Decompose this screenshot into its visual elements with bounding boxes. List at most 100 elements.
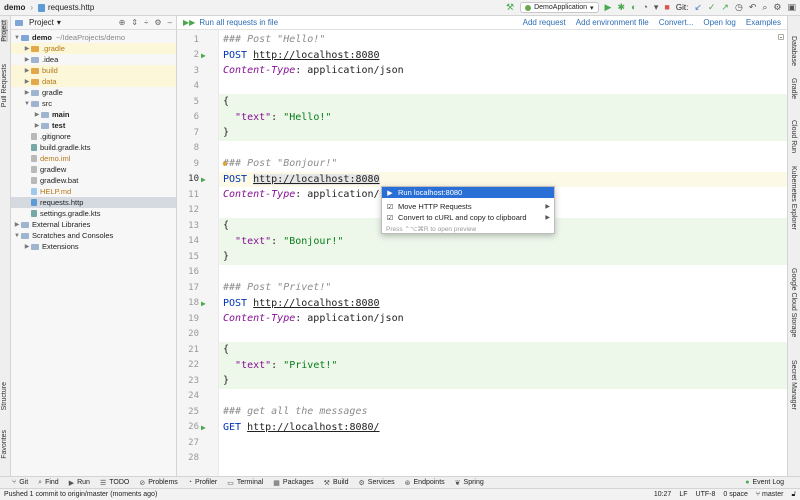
request-url[interactable]: http://localhost:8080/	[247, 422, 379, 433]
spring-tool-button[interactable]: ❦ Spring	[455, 479, 484, 487]
run-localhost-menu-item[interactable]: ▶ Run localhost:8080	[382, 187, 554, 198]
cloud-run-tool-tab[interactable]: Cloud Run	[790, 120, 797, 153]
chevron-right-icon[interactable]: ▶	[23, 243, 31, 250]
add-environment-file-link[interactable]: Add environment file	[576, 18, 649, 27]
run-icon[interactable]: ▶	[605, 3, 612, 12]
git-commit-icon[interactable]: ✓	[708, 3, 716, 12]
build-hammer-icon[interactable]: ⚒	[506, 3, 514, 12]
plugin-icon[interactable]: ▣	[787, 3, 796, 12]
search-everywhere-icon[interactable]: ⌕	[762, 3, 767, 12]
code-area[interactable]: 1 ### Post "Hello!" 2 ▶ POST http://localho…	[188, 30, 787, 476]
problems-tool-button[interactable]: ⊘ Problems	[139, 479, 177, 487]
caret-position[interactable]: 10:27	[654, 491, 672, 498]
tree-item-settings[interactable]: settings.gradle.kts	[11, 208, 176, 219]
build-tool-button[interactable]: ⚒ Build	[324, 479, 349, 487]
gradle-tool-tab[interactable]: Gradle	[790, 78, 797, 99]
chevron-right-icon[interactable]: ▶	[23, 78, 31, 85]
run-request-icon[interactable]: ▶	[201, 175, 206, 184]
tree-item-gradlew-bat[interactable]: gradlew.bat	[11, 175, 176, 186]
chevron-right-icon[interactable]: ▶	[23, 89, 31, 96]
pull-requests-tool-tab[interactable]: Pull Requests	[1, 64, 8, 107]
tree-item-data[interactable]: ▶ data	[11, 76, 176, 87]
open-log-link[interactable]: Open log	[703, 18, 735, 27]
expand-icon[interactable]: ÷	[144, 18, 148, 27]
rollback-icon[interactable]: ↶	[749, 3, 757, 12]
collapse-all-icon[interactable]: ⇕	[131, 18, 138, 27]
move-http-requests-menu-item[interactable]: ☑ Move HTTP Requests ▶	[382, 201, 554, 212]
chevron-right-icon[interactable]: ▶	[23, 56, 31, 63]
structure-tool-tab[interactable]: Structure	[1, 382, 8, 410]
chevron-right-icon[interactable]: ▶	[33, 122, 41, 129]
chevron-down-icon[interactable]: ▼	[23, 101, 31, 107]
settings-gear-icon[interactable]: ⚙	[773, 3, 781, 12]
endpoints-tool-button[interactable]: ⊛ Endpoints	[405, 479, 445, 487]
tree-item-src[interactable]: ▼ src	[11, 98, 176, 109]
profile-icon[interactable]: ◔	[642, 3, 647, 12]
tree-item-idea[interactable]: ▶ .idea	[11, 54, 176, 65]
tree-item-gitignore[interactable]: .gitignore	[11, 131, 176, 142]
coverage-icon[interactable]: ◐	[631, 3, 636, 12]
packages-tool-button[interactable]: ▦ Packages	[273, 479, 313, 487]
tree-item-scratches[interactable]: ▼ Scratches and Consoles	[11, 230, 176, 241]
lightbulb-icon[interactable]: ✹	[222, 159, 227, 169]
project-tool-tab[interactable]: Project	[1, 20, 8, 42]
status-message[interactable]: Pushed 1 commit to origin/master (moment…	[4, 491, 157, 498]
tree-item-gradle-dir[interactable]: ▶ .gradle	[11, 43, 176, 54]
request-url[interactable]: http://localhost:8080	[253, 50, 379, 61]
tree-item-build-gradle[interactable]: build.gradle.kts	[11, 142, 176, 153]
chevron-right-icon[interactable]: ▶	[13, 221, 21, 228]
git-push-icon[interactable]: ↗	[721, 3, 729, 12]
profiler-tool-button[interactable]: ◔ Profiler	[188, 479, 217, 486]
run-request-icon[interactable]: ▶	[201, 423, 206, 432]
convert-to-curl-menu-item[interactable]: ☑ Convert to cURL and copy to clipboard …	[382, 212, 554, 223]
run-all-requests-button[interactable]: ▶▶ Run all requests in file	[183, 18, 278, 27]
breadcrumb-file[interactable]: requests.http	[48, 3, 94, 12]
file-encoding[interactable]: UTF-8	[696, 491, 716, 498]
tree-item-gradlew[interactable]: gradlew	[11, 164, 176, 175]
run-tool-button[interactable]: ▶ Run	[69, 479, 90, 487]
event-log-tool-button[interactable]: ● Event Log	[745, 479, 784, 486]
stop-icon[interactable]: ■	[664, 3, 669, 12]
tree-item-requests[interactable]: requests.http	[11, 197, 176, 208]
chevron-down-icon[interactable]: ▾	[57, 18, 61, 27]
tree-item-demo-iml[interactable]: demo.iml	[11, 153, 176, 164]
chevron-right-icon[interactable]: ▶	[23, 45, 31, 52]
google-cloud-storage-tool-tab[interactable]: Google Cloud Storage	[790, 268, 797, 337]
git-branch-widget[interactable]: ⑂ master	[756, 491, 784, 498]
database-tool-tab[interactable]: Database	[790, 36, 797, 66]
request-url[interactable]: http://localhost:8080	[253, 298, 379, 309]
lock-icon[interactable]: 🔓︎	[791, 491, 796, 499]
services-tool-button[interactable]: ⚙ Services	[359, 479, 395, 487]
secret-manager-tool-tab[interactable]: Secret Manager	[790, 360, 797, 410]
history-icon[interactable]: ◷	[735, 3, 743, 12]
tree-item-gradle[interactable]: ▶ gradle	[11, 87, 176, 98]
request-url[interactable]: http://localhost:8080	[253, 173, 380, 185]
tree-item-extensions[interactable]: ▶ Extensions	[11, 241, 176, 252]
todo-tool-button[interactable]: ☰ TODO	[100, 479, 129, 487]
project-panel-title[interactable]: Project	[29, 18, 54, 27]
find-tool-button[interactable]: ⌕ Find	[38, 479, 59, 487]
examples-link[interactable]: Examples	[746, 18, 781, 27]
chevron-down-icon[interactable]: ▼	[13, 233, 21, 239]
run-configuration-select[interactable]: DemoApplication ▾	[520, 2, 599, 13]
debug-icon[interactable]: ✱	[617, 3, 625, 12]
terminal-tool-button[interactable]: ▭ Terminal	[227, 479, 263, 487]
tree-item-test[interactable]: ▶ test	[11, 120, 176, 131]
git-update-icon[interactable]: ↙	[694, 3, 702, 12]
chevron-right-icon[interactable]: ▶	[33, 111, 41, 118]
breadcrumb-project[interactable]: demo	[4, 3, 25, 12]
favorites-tool-tab[interactable]: Favorites	[1, 430, 8, 459]
add-request-link[interactable]: Add request	[523, 18, 566, 27]
chevron-down-icon[interactable]: ▼	[13, 35, 21, 41]
run-request-icon[interactable]: ▶	[201, 51, 206, 60]
more-run-icon[interactable]: ▾	[654, 3, 659, 12]
tree-item-help[interactable]: HELP.md	[11, 186, 176, 197]
git-tool-button[interactable]: ⑂ Git	[12, 479, 28, 486]
minimize-icon[interactable]: –	[168, 18, 172, 27]
tree-item-build[interactable]: ▶ build	[11, 65, 176, 76]
line-separator[interactable]: LF	[679, 491, 687, 498]
convert-link[interactable]: Convert...	[659, 18, 694, 27]
tree-item-external-libraries[interactable]: ▶ External Libraries	[11, 219, 176, 230]
gear-icon[interactable]: ⚙	[154, 18, 161, 27]
indent-setting[interactable]: 0 space	[723, 491, 748, 498]
